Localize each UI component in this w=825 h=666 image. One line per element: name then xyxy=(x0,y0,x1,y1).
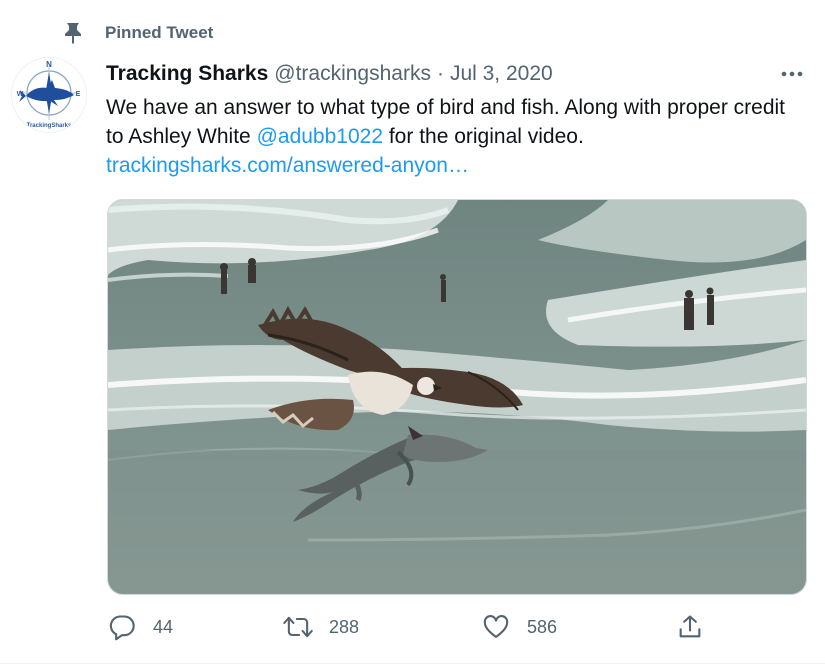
retweet-count: 288 xyxy=(329,616,360,637)
pinned-label: Pinned Tweet xyxy=(105,23,214,42)
like-button[interactable]: 586 xyxy=(480,610,557,644)
more-options-button[interactable] xyxy=(777,60,807,88)
pinned-indicator: Pinned Tweet xyxy=(60,22,213,44)
reply-button[interactable]: 44 xyxy=(106,610,173,644)
divider xyxy=(0,663,825,664)
svg-text:N: N xyxy=(46,60,52,69)
tweet-date[interactable]: Jul 3, 2020 xyxy=(450,62,553,86)
separator-dot: · xyxy=(436,62,444,85)
external-link[interactable]: trackingsharks.com/answered-anyon… xyxy=(106,154,469,177)
mention-link[interactable]: @adubb1022 xyxy=(257,125,383,148)
tweet-text: We have an answer to what type of bird a… xyxy=(106,93,806,180)
avatar[interactable]: N E W TrackingSharks xyxy=(12,58,86,132)
like-count: 586 xyxy=(527,616,558,637)
more-icon xyxy=(781,71,803,77)
retweet-button[interactable]: 288 xyxy=(282,610,359,644)
share-icon xyxy=(674,611,706,643)
tweet-media[interactable] xyxy=(107,199,807,595)
tweet-header: Tracking Sharks @trackingsharks · Jul 3,… xyxy=(106,60,809,88)
tweet-text-part2: for the original video. xyxy=(383,125,584,148)
reply-count: 44 xyxy=(153,616,174,637)
author-handle[interactable]: @trackingsharks xyxy=(274,62,431,86)
svg-text:E: E xyxy=(76,91,81,98)
heart-icon xyxy=(480,611,512,643)
reply-icon xyxy=(106,611,138,643)
pin-icon xyxy=(60,22,86,44)
tweet-actions: 44 288 586 xyxy=(106,610,706,644)
share-button[interactable] xyxy=(674,610,706,644)
osprey-carrying-shark-image xyxy=(108,200,806,594)
retweet-icon xyxy=(282,611,314,643)
author-name[interactable]: Tracking Sharks xyxy=(106,62,268,86)
avatar-logo-text: TrackingSharks xyxy=(27,123,72,129)
